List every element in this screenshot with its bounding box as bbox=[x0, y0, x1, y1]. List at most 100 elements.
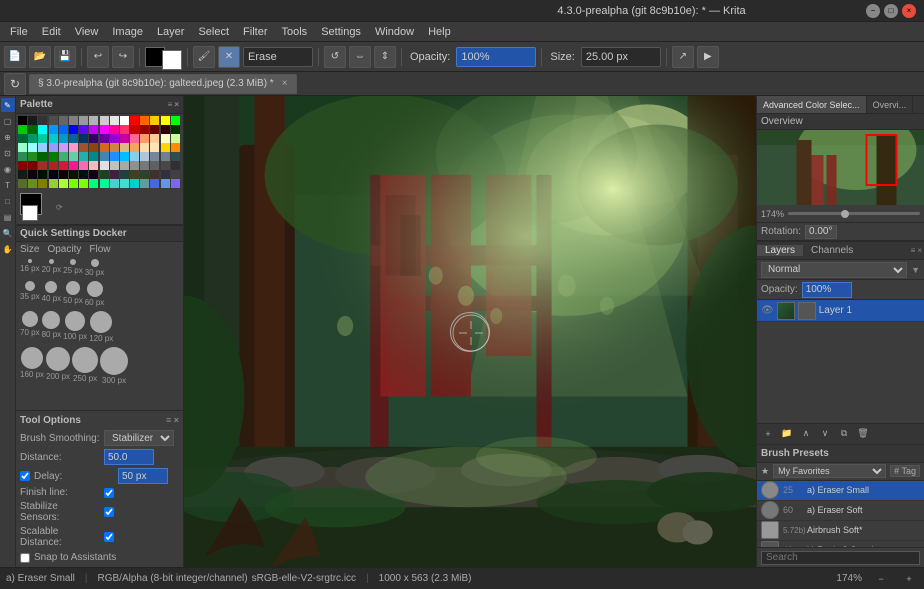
palette-color[interactable] bbox=[130, 170, 139, 179]
palette-color[interactable] bbox=[89, 143, 98, 152]
palette-color[interactable] bbox=[120, 143, 129, 152]
layer-copy-btn[interactable]: ⧉ bbox=[835, 425, 853, 443]
palette-color[interactable] bbox=[100, 152, 109, 161]
brush-size-60[interactable]: 60 px bbox=[85, 281, 105, 307]
palette-color[interactable] bbox=[89, 179, 98, 188]
open-button[interactable]: 📂 bbox=[29, 46, 51, 68]
background-color[interactable] bbox=[162, 50, 182, 70]
brush-size-20[interactable]: 20 px bbox=[42, 259, 62, 277]
palette-color[interactable] bbox=[38, 152, 47, 161]
brush-item-2[interactable]: 60 a) Eraser Soft bbox=[757, 501, 924, 521]
layer-name-1[interactable]: Layer 1 bbox=[819, 305, 852, 316]
palette-color[interactable] bbox=[150, 170, 159, 179]
save-button[interactable]: 💾 bbox=[54, 46, 76, 68]
tool-select[interactable]: ▢ bbox=[1, 114, 15, 128]
palette-color[interactable] bbox=[171, 179, 180, 188]
palette-color[interactable] bbox=[110, 152, 119, 161]
palette-color[interactable] bbox=[79, 125, 88, 134]
add-group-btn[interactable]: 📁 bbox=[778, 425, 796, 443]
palette-color[interactable] bbox=[79, 143, 88, 152]
tool-zoom[interactable]: 🔍 bbox=[1, 226, 15, 240]
palette-color[interactable] bbox=[100, 125, 109, 134]
layers-close-icon[interactable]: × bbox=[917, 246, 922, 255]
palette-color[interactable] bbox=[120, 125, 129, 134]
palette-color[interactable] bbox=[59, 161, 68, 170]
delay-checkbox[interactable] bbox=[20, 471, 30, 481]
palette-color[interactable] bbox=[110, 143, 119, 152]
palette-color[interactable] bbox=[130, 161, 139, 170]
palette-color[interactable] bbox=[59, 179, 68, 188]
palette-color[interactable] bbox=[100, 161, 109, 170]
menu-settings[interactable]: Settings bbox=[315, 25, 367, 39]
maximize-button[interactable]: □ bbox=[884, 4, 898, 18]
palette-color[interactable] bbox=[49, 143, 58, 152]
palette-color[interactable] bbox=[38, 179, 47, 188]
scalable-distance-checkbox[interactable] bbox=[104, 532, 114, 542]
brush-item-1[interactable]: 25 a) Eraser Small bbox=[757, 481, 924, 501]
menu-filter[interactable]: Filter bbox=[237, 25, 273, 39]
palette-color[interactable] bbox=[28, 125, 37, 134]
tool-fill[interactable]: ◉ bbox=[1, 162, 15, 176]
palette-color[interactable] bbox=[59, 170, 68, 179]
palette-color[interactable] bbox=[49, 125, 58, 134]
zoom-out-btn[interactable]: − bbox=[872, 570, 890, 588]
palette-color[interactable] bbox=[150, 116, 159, 125]
palette-color[interactable] bbox=[18, 134, 27, 143]
palette-color[interactable] bbox=[100, 170, 109, 179]
palette-color[interactable] bbox=[79, 179, 88, 188]
palette-color[interactable] bbox=[49, 134, 58, 143]
palette-color[interactable] bbox=[38, 143, 47, 152]
palette-color[interactable] bbox=[140, 152, 149, 161]
bg-color-swatch[interactable] bbox=[22, 205, 38, 221]
zoom-slider[interactable] bbox=[788, 212, 920, 215]
palette-color[interactable] bbox=[38, 125, 47, 134]
palette-color[interactable] bbox=[100, 134, 109, 143]
palette-color[interactable] bbox=[171, 170, 180, 179]
canvas-rotate-btn[interactable]: ↻ bbox=[4, 73, 26, 95]
palette-color[interactable] bbox=[69, 143, 78, 152]
palette-color[interactable] bbox=[18, 161, 27, 170]
menu-layer[interactable]: Layer bbox=[151, 25, 191, 39]
brush-preset-icon[interactable]: 🖌 bbox=[193, 46, 215, 68]
palette-color[interactable] bbox=[59, 125, 68, 134]
tool-paint[interactable]: ✎ bbox=[1, 98, 15, 112]
palette-color[interactable] bbox=[89, 125, 98, 134]
layers-menu-icon[interactable]: ≡ bbox=[911, 246, 916, 255]
window-controls[interactable]: − □ × bbox=[866, 4, 916, 18]
brush-favorites-select[interactable]: My Favorites bbox=[773, 464, 886, 478]
distance-value[interactable]: 50.0 bbox=[104, 449, 154, 465]
palette-color[interactable] bbox=[130, 134, 139, 143]
new-button[interactable]: 📄 bbox=[4, 46, 26, 68]
layer-opacity-value[interactable]: 100% bbox=[802, 282, 852, 298]
menu-edit[interactable]: Edit bbox=[36, 25, 67, 39]
menu-select[interactable]: Select bbox=[192, 25, 235, 39]
palette-color[interactable] bbox=[69, 152, 78, 161]
palette-color[interactable] bbox=[150, 125, 159, 134]
palette-color[interactable] bbox=[69, 134, 78, 143]
palette-color[interactable] bbox=[28, 170, 37, 179]
palette-color[interactable] bbox=[140, 143, 149, 152]
layer-down-btn[interactable]: ∨ bbox=[816, 425, 834, 443]
palette-color[interactable] bbox=[28, 152, 37, 161]
blend-mode-select[interactable]: Normal bbox=[761, 262, 907, 278]
close-button[interactable]: × bbox=[902, 4, 916, 18]
layers-tab[interactable]: Layers bbox=[757, 245, 803, 256]
palette-color[interactable] bbox=[38, 116, 47, 125]
brush-size-30[interactable]: 30 px bbox=[85, 259, 105, 277]
tool-options-menu[interactable]: ≡ × bbox=[166, 415, 179, 426]
palette-color[interactable] bbox=[130, 116, 139, 125]
palette-color[interactable] bbox=[79, 116, 88, 125]
rotation-value[interactable]: 0.00° bbox=[805, 225, 836, 239]
palette-color[interactable] bbox=[69, 116, 78, 125]
palette-color[interactable] bbox=[28, 161, 37, 170]
undo-button[interactable]: ↩ bbox=[87, 46, 109, 68]
palette-color[interactable] bbox=[28, 143, 37, 152]
palette-color[interactable] bbox=[49, 152, 58, 161]
doc-tab-close[interactable]: × bbox=[282, 78, 288, 89]
palette-color[interactable] bbox=[110, 170, 119, 179]
snap-checkbox[interactable] bbox=[20, 553, 30, 563]
palette-color[interactable] bbox=[130, 125, 139, 134]
palette-color[interactable] bbox=[69, 170, 78, 179]
palette-color[interactable] bbox=[18, 116, 27, 125]
palette-color[interactable] bbox=[150, 179, 159, 188]
